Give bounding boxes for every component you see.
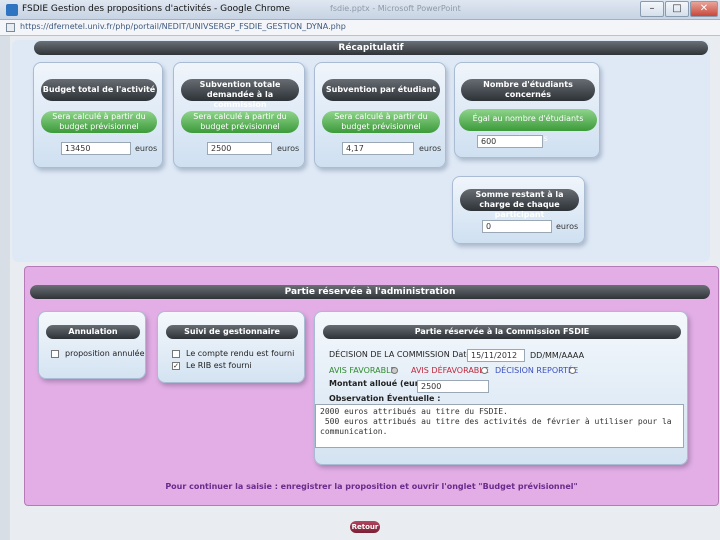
observation-label: Observation Éventuelle :: [329, 394, 441, 403]
avis-defavorable-radio[interactable]: [481, 367, 488, 374]
commission-card: Partie réservée à la Commission FSDIE DÉ…: [314, 311, 688, 465]
nombre-etudiants-card: Nombre d'étudiants concernés Égal au nom…: [454, 62, 600, 158]
decision-reportee-label: DÉCISION REPORTÉE: [495, 366, 579, 375]
subvention-totale-field[interactable]: 2500: [207, 142, 272, 155]
date-format-hint: DD/MM/AAAA: [530, 351, 585, 360]
admin-header: Partie réservée à l'administration: [30, 285, 710, 299]
subvention-etudiant-green-note: Sera calculé à partir du budget prévisio…: [322, 111, 440, 133]
avis-favorable-label: AVIS FAVORABLE: [329, 366, 396, 375]
recap-header: Récapitulatif: [34, 41, 708, 55]
annulation-label: proposition annulée: [65, 349, 145, 358]
subvention-etudiant-card: Subvention par étudiant Sera calculé à p…: [314, 62, 446, 168]
subvention-totale-green-note: Sera calculé à partir du budget prévisio…: [181, 111, 299, 133]
compte-rendu-label: Le compte rendu est fourni: [186, 349, 295, 358]
url-text[interactable]: https://dfernetel.univ.fr/php/portail/NE…: [20, 22, 346, 31]
annulation-card: Annulation proposition annulée: [38, 311, 146, 379]
retour-button[interactable]: Retour: [350, 521, 380, 533]
decision-date-field[interactable]: 15/11/2012: [467, 349, 525, 362]
budget-green-note: Sera calculé à partir du budget prévisio…: [41, 111, 157, 133]
nombre-etudiants-field[interactable]: 600: [477, 135, 543, 148]
nombre-etudiants-green-note: Égal au nombre d'étudiants présentés: [459, 109, 597, 143]
budget-unit: euros: [135, 144, 158, 153]
subvention-etudiant-unit: euros: [419, 144, 442, 153]
somme-restant-field[interactable]: 0: [482, 220, 552, 233]
minimize-button[interactable]: –: [640, 1, 664, 17]
annulation-title: Annulation: [46, 325, 140, 339]
budget-value-field[interactable]: 13450: [61, 142, 131, 155]
avis-defavorable-label: AVIS DÉFAVORABLE: [411, 366, 489, 375]
window-title: FSDIE Gestion des propositions d'activit…: [22, 4, 291, 14]
subvention-totale-unit: euros: [277, 144, 300, 153]
window-titlebar: FSDIE Gestion des propositions d'activit…: [0, 0, 720, 20]
subvention-totale-card: Subvention totale demandée à la commissi…: [173, 62, 305, 168]
somme-restant-unit: euros: [556, 222, 579, 231]
observation-textarea[interactable]: 2000 euros attribués au titre du FSDIE. …: [315, 404, 684, 448]
subvention-etudiant-title: Subvention par étudiant: [322, 79, 440, 101]
commission-title: Partie réservée à la Commission FSDIE: [323, 325, 681, 339]
compte-rendu-checkbox[interactable]: [172, 350, 180, 358]
maximize-button[interactable]: □: [665, 1, 689, 17]
decision-reportee-radio[interactable]: [569, 367, 576, 374]
chrome-app-icon: [6, 4, 18, 16]
nombre-etudiants-title: Nombre d'étudiants concernés: [461, 79, 595, 101]
background-window-title: fsdie.pptx - Microsoft PowerPoint: [330, 4, 461, 13]
left-strip: [0, 36, 10, 540]
suivi-card: Suivi de gestionnaire Le compte rendu es…: [157, 311, 305, 383]
close-button[interactable]: ✕: [690, 1, 718, 17]
rib-label: Le RIB est fourni: [186, 361, 252, 370]
lock-icon: [6, 23, 15, 32]
somme-restant-title: Somme restant à la charge de chaque part…: [460, 189, 579, 219]
budget-card: Budget total de l'activité Sera calculé …: [33, 62, 163, 168]
budget-title: Budget total de l'activité: [41, 79, 157, 101]
suivi-title: Suivi de gestionnaire: [166, 325, 298, 339]
rib-checkbox[interactable]: ✓: [172, 362, 180, 370]
avis-favorable-radio[interactable]: [391, 367, 398, 374]
somme-restant-card: Somme restant à la charge de chaque part…: [452, 176, 585, 244]
montant-field[interactable]: 2500: [417, 380, 489, 393]
subvention-totale-title: Subvention totale demandée à la commissi…: [181, 79, 299, 109]
subvention-etudiant-field[interactable]: 4,17: [342, 142, 414, 155]
address-bar[interactable]: https://dfernetel.univ.fr/php/portail/NE…: [0, 20, 720, 36]
continue-instruction: Pour continuer la saisie : enregistrer l…: [165, 482, 578, 491]
annulation-checkbox[interactable]: [51, 350, 59, 358]
